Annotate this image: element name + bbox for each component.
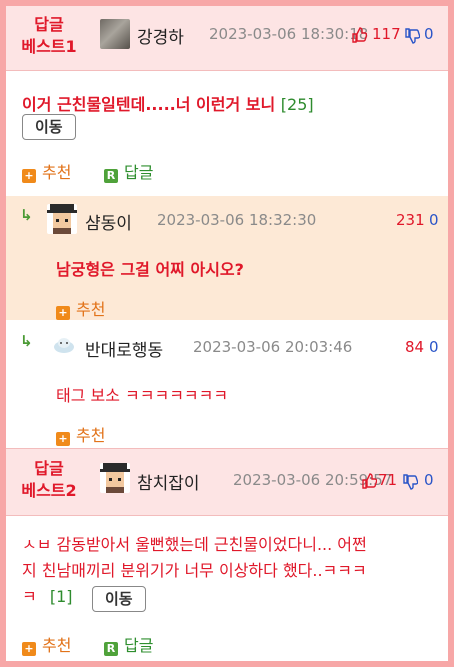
reply-comment-2: ↳ 반대로행동 2023-03-06 20:03:46 84 0 태그 보소 ㅋ… <box>6 320 448 448</box>
recommend-button[interactable]: + 추천 <box>56 422 105 446</box>
upvote-count: 71 <box>378 471 398 489</box>
upvote-count: 117 <box>372 25 401 43</box>
recommend-button[interactable]: + 추천 <box>56 296 105 320</box>
plus-square-icon: + <box>22 169 36 183</box>
comment-text: 이거 근친물일텐데.....너 이런거 보니 [25] <box>22 95 314 114</box>
reply-comment-1: ↳ 샴동이 2023-03-06 18:32:30 231 0 남궁형은 그걸 … <box>6 196 448 320</box>
r-square-icon: R <box>104 642 118 656</box>
downvote-count[interactable]: 0 <box>429 338 439 356</box>
best-comment-1-header: 답글 베스트1 강경하 2023-03-06 18:30:18 117 0 <box>6 6 448 71</box>
move-button[interactable]: 이동 <box>22 114 76 140</box>
thumbs-up-icon[interactable] <box>351 27 368 43</box>
best-comment-2-body: ㅅㅂ 감동받아서 울뻔했는데 근친물이었다니... 어쩐 지 친남매끼리 분위기… <box>6 516 448 661</box>
comment-text-line: ㅅㅂ 감동받아서 울뻔했는데 근친물이었다니... 어쩐 <box>22 535 367 554</box>
reply-count[interactable]: [25] <box>281 95 314 114</box>
r-square-icon: R <box>104 169 118 183</box>
reply-arrow-icon: ↳ <box>20 332 33 350</box>
comment-list: 답글 베스트1 강경하 2023-03-06 18:30:18 117 0 이거… <box>6 6 448 661</box>
best-label-line2: 베스트1 <box>21 37 77 56</box>
comment-date: 2023-03-06 20:03:46 <box>193 338 353 356</box>
move-button[interactable]: 이동 <box>92 586 146 612</box>
user-nickname[interactable]: 참치잡이 <box>137 469 200 494</box>
best-label-2: 답글 베스트2 <box>10 458 88 502</box>
comment-text: ㅅㅂ 감동받아서 울뻔했는데 근친물이었다니... 어쩐 지 친남매끼리 분위기… <box>22 532 437 610</box>
reply-count[interactable]: [1] <box>50 587 73 606</box>
comment-text: 태그 보소 ㅋㅋㅋㅋㅋㅋㅋ <box>56 386 229 405</box>
user-nickname[interactable]: 반대로행동 <box>85 336 163 361</box>
best-label-line1: 답글 <box>34 459 64 478</box>
upvote-count[interactable]: 84 <box>405 338 424 356</box>
comment-text-line: 지 친남매끼리 분위기가 너무 이상하다 했다..ㅋㅋㅋ <box>22 561 367 580</box>
avatar[interactable] <box>100 463 130 493</box>
upvote-count[interactable]: 231 <box>396 211 425 229</box>
downvote-count: 0 <box>424 471 434 489</box>
downvote-count[interactable]: 0 <box>429 211 439 229</box>
plus-square-icon: + <box>56 306 70 320</box>
best-label-line1: 답글 <box>34 15 64 34</box>
comment-text: 남궁형은 그걸 어찌 아시오? <box>56 260 244 279</box>
comment-date: 2023-03-06 18:30:18 <box>209 25 369 43</box>
user-nickname[interactable]: 샴동이 <box>85 209 132 234</box>
thumbs-down-icon[interactable] <box>402 474 419 490</box>
avatar[interactable] <box>52 333 76 357</box>
avatar[interactable] <box>100 19 130 49</box>
best-label-1: 답글 베스트1 <box>10 14 88 58</box>
user-nickname[interactable]: 강경하 <box>137 23 184 48</box>
recommend-button[interactable]: + 추천 <box>22 159 71 183</box>
plus-square-icon: + <box>22 642 36 656</box>
thumbs-up-icon[interactable] <box>361 473 378 489</box>
best-label-line2: 베스트2 <box>21 481 77 500</box>
comment-text-line: ㅋ <box>22 587 37 606</box>
thumbs-down-icon[interactable] <box>404 28 421 44</box>
comment-date: 2023-03-06 18:32:30 <box>157 211 317 229</box>
reply-arrow-icon: ↳ <box>20 206 33 224</box>
reply-button[interactable]: R 답글 <box>104 632 153 656</box>
reply-button[interactable]: R 답글 <box>104 159 153 183</box>
best-comment-2-header: 답글 베스트2 참치잡이 2023-03-06 20:59:57 71 0 <box>6 449 448 516</box>
recommend-button[interactable]: + 추천 <box>22 632 71 656</box>
plus-square-icon: + <box>56 432 70 446</box>
best-comment-1-body: 이거 근친물일텐데.....너 이런거 보니 [25] 이동 + 추천 R 답글 <box>6 71 448 199</box>
downvote-count: 0 <box>424 25 434 43</box>
avatar[interactable] <box>47 204 77 234</box>
